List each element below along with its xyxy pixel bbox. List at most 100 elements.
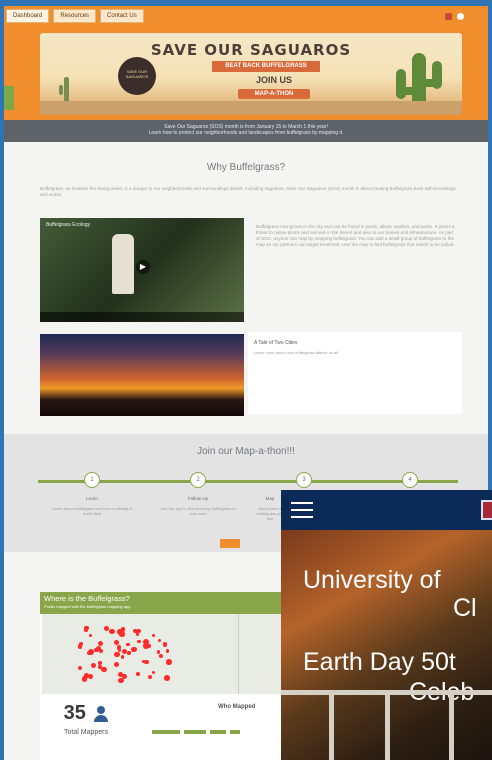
dashboard-subtitle: Points mapped with the buffelgrass mappi… (44, 604, 131, 609)
why-heading: Why Buffelgrass? (206, 162, 286, 173)
step-2-marker: 2 (190, 472, 206, 488)
progress-dashboard: Where is the Buffelgrass? Points mapped … (40, 592, 285, 760)
tab-dashboard[interactable]: Dashboard (6, 9, 50, 23)
story-card-subtitle: Learn more about how buffelgrass affects… (254, 350, 338, 355)
map-point[interactable] (127, 651, 131, 655)
who-bar-3 (210, 730, 226, 734)
person-icon (94, 705, 109, 722)
map-point[interactable] (126, 642, 130, 647)
sunset-image (40, 334, 244, 416)
map-point[interactable] (131, 646, 137, 652)
top-bar: Dashboard Resources Contact Us (4, 6, 488, 26)
map-point[interactable] (77, 666, 83, 671)
map-point[interactable] (162, 642, 168, 647)
step-1-marker: 1 (84, 472, 100, 488)
sos-banner: SAVE OUR SAGUAROS SAVE OUR SAGUAROS BEAT… (40, 33, 462, 115)
step-2-desc: Use the app to find and map buffelgrass … (160, 506, 236, 516)
mapathon-heading: Join our Map-a-thon!!! (197, 446, 295, 457)
map-point[interactable] (151, 670, 156, 675)
overlay-window[interactable]: University of Cl Earth Day 50t Celeb (281, 490, 492, 760)
total-mappers-value: 35 (63, 702, 86, 724)
map-point[interactable] (166, 659, 172, 665)
who-bar-4 (230, 730, 240, 734)
step-1-label: Learn (86, 496, 98, 501)
map-point[interactable] (109, 628, 115, 635)
map-point[interactable] (116, 645, 122, 650)
step-4-marker: 4 (402, 472, 418, 488)
who-mapped-title: Who Mapped (218, 704, 256, 710)
play-icon[interactable]: ▶ (136, 260, 150, 274)
step-3-desc: Add points of buffelgrass you see (256, 506, 284, 521)
overlay-navbar (281, 490, 492, 530)
video-person (112, 234, 134, 294)
map-point[interactable] (121, 655, 125, 659)
banner-join: JOIN US (256, 75, 293, 85)
story-card[interactable]: A Tale of Two Cities Learn more about ho… (248, 332, 462, 414)
why-bullets: Buffelgrass now grows in the city and ca… (256, 224, 455, 247)
overlay-heading-2: Cl (453, 594, 477, 622)
step-2-label: Follow Up (187, 496, 209, 501)
side-tab[interactable] (4, 86, 14, 110)
video-player[interactable]: Buffelgrass Ecology ▶ (40, 218, 244, 322)
why-intro: Buffelgrass, an invasive fire-loving wee… (40, 186, 457, 197)
map-point[interactable] (114, 651, 120, 657)
story-card-title: A Tale of Two Cities (254, 340, 298, 346)
banner-ribbon: BEAT BACK BUFFELGRASS (212, 61, 320, 72)
top-bar-icons (445, 12, 464, 20)
map-point[interactable] (158, 653, 163, 658)
map-point[interactable] (121, 648, 128, 655)
map-point[interactable] (136, 672, 141, 676)
mapathon-button[interactable] (220, 539, 240, 548)
map-point[interactable] (101, 666, 107, 673)
map-point[interactable] (90, 663, 96, 669)
map-point[interactable] (143, 643, 150, 649)
step-3-label: Map (265, 496, 275, 501)
map-point[interactable] (97, 640, 104, 647)
steps-track (38, 480, 458, 483)
who-bar-2 (184, 730, 206, 734)
user-icon[interactable] (457, 12, 464, 20)
banner-ground (40, 101, 462, 115)
bridge-post (449, 695, 454, 760)
tab-resources[interactable]: Resources (53, 9, 97, 23)
map-point[interactable] (147, 674, 153, 680)
dashboard-header: Where is the Buffelgrass? Points mapped … (40, 592, 285, 614)
map-point[interactable] (151, 633, 155, 637)
bridge-post (329, 695, 334, 760)
map-point[interactable] (137, 639, 141, 644)
step-3-marker: 3 (296, 472, 312, 488)
total-mappers-label: Total Mappers (64, 729, 108, 736)
info-band: Save Our Saguaros (SOS) month is from Ja… (4, 120, 488, 142)
step-1-desc: Learn about buffelgrass and how to ident… (52, 506, 132, 516)
map-side-panel[interactable] (238, 614, 283, 694)
university-logo[interactable] (481, 500, 492, 520)
map-point[interactable] (86, 650, 92, 656)
hero: SAVE OUR SAGUAROS SAVE OUR SAGUAROS BEAT… (4, 26, 488, 120)
map-point[interactable] (119, 631, 125, 637)
map-point[interactable] (165, 649, 170, 653)
info-band-line2: Learn how to protect our neighborhoods a… (148, 130, 344, 136)
bridge-post (385, 695, 390, 760)
who-mapped-chart: Who Mapped (138, 704, 283, 754)
video-controls[interactable] (40, 312, 244, 322)
map-point[interactable] (164, 675, 170, 682)
map-point[interactable] (89, 633, 93, 637)
overlay-heading-3: Earth Day 50t (303, 648, 456, 676)
map-point[interactable] (77, 644, 83, 650)
video-title: Buffelgrass Ecology (46, 222, 91, 228)
map-point[interactable] (157, 639, 161, 643)
map-point[interactable] (84, 628, 88, 632)
tab-contact[interactable]: Contact Us (100, 9, 144, 23)
buffelgrass-map[interactable] (42, 614, 238, 694)
map-point[interactable] (118, 677, 124, 684)
banner-badge: SAVE OUR SAGUAROS (118, 57, 156, 95)
menu-icon[interactable] (291, 502, 313, 518)
map-point[interactable] (87, 673, 93, 679)
map-point[interactable] (114, 661, 120, 667)
dashboard-title: Where is the Buffelgrass? (44, 594, 130, 603)
overlay-heading-1: University of (303, 566, 441, 594)
who-bar-1 (152, 730, 180, 734)
flag-icon[interactable] (445, 12, 452, 20)
banner-badge-text: SAVE OUR SAGUAROS (125, 69, 149, 79)
banner-mapathon: MAP-A-THON (238, 89, 310, 99)
